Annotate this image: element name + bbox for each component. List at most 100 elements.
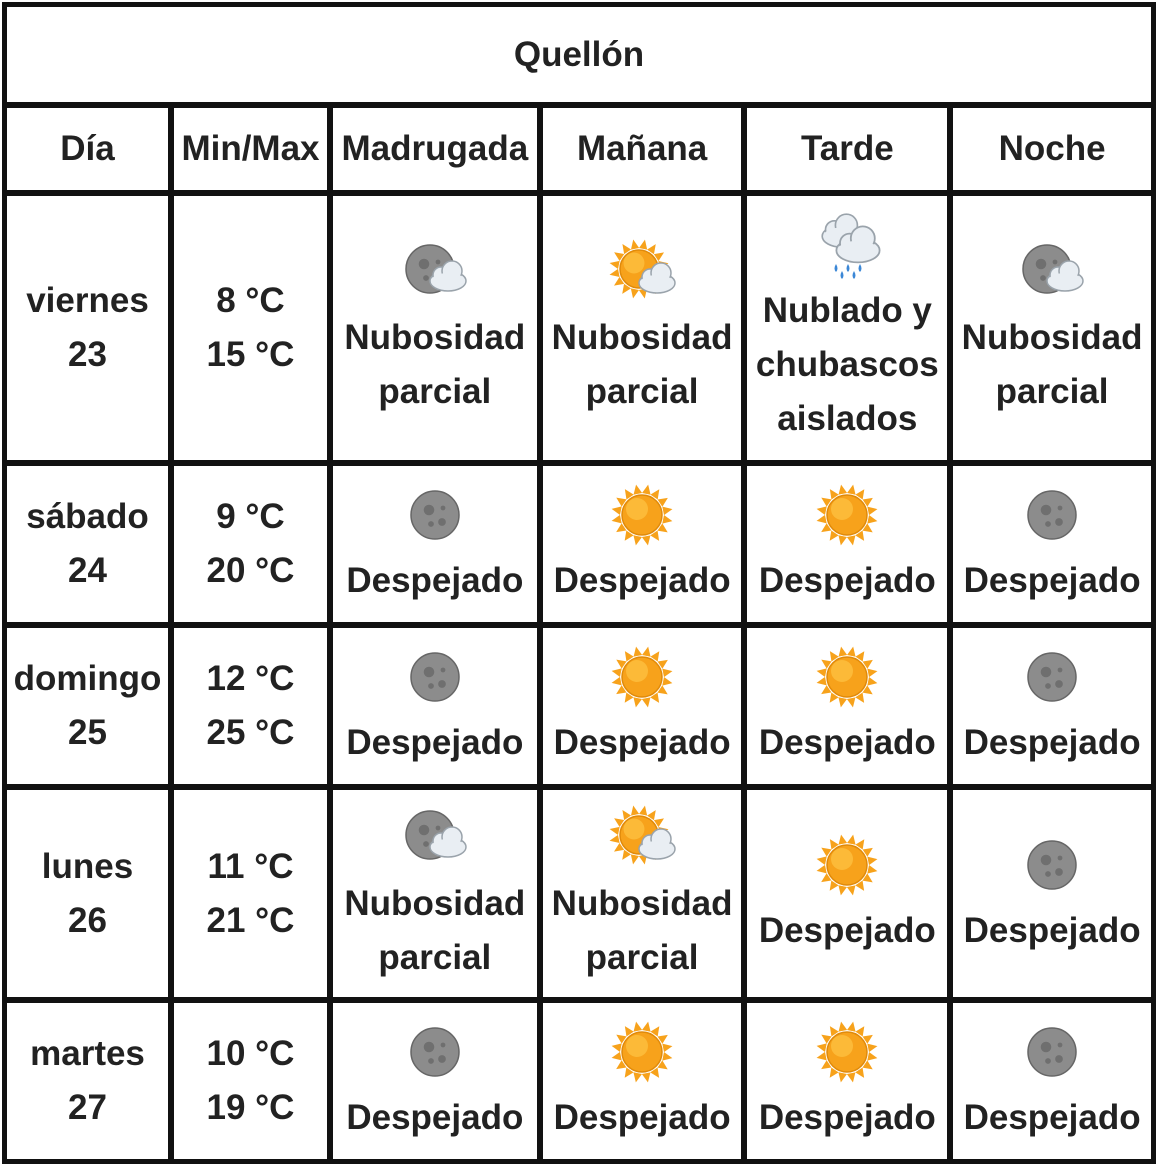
min-temp: 11 °C bbox=[207, 846, 294, 886]
period-cell-manana: Despejado bbox=[539, 463, 745, 625]
period-cell-manana: Despejado bbox=[539, 625, 745, 787]
condition-label: Despejado bbox=[554, 716, 731, 770]
condition-label: Despejado bbox=[964, 1091, 1141, 1145]
forecast-table: Quellón Día Min/Max Madrugada Mañana Tar… bbox=[2, 2, 1156, 1164]
header-min-max: Min/Max bbox=[171, 105, 330, 193]
period-cell-madrugada: Despejado bbox=[329, 463, 540, 625]
condition-text: Despejado bbox=[758, 561, 936, 600]
day-date: 25 bbox=[68, 713, 107, 752]
min-max-cell: 9 °C 20 °C bbox=[171, 463, 330, 625]
period-cell-madrugada: Despejado bbox=[329, 1000, 540, 1162]
sun-icon bbox=[812, 642, 882, 712]
condition-text: parcial bbox=[585, 937, 699, 977]
period-cell-noche: Despejado bbox=[950, 787, 1154, 1000]
condition-text: Despejado bbox=[963, 561, 1141, 600]
header-manana: Mañana bbox=[539, 105, 745, 193]
condition-text: Despejado bbox=[758, 1098, 936, 1137]
day-name: sábado bbox=[26, 497, 149, 536]
day-cell: viernes 23 bbox=[4, 193, 172, 463]
condition-text: Despejado bbox=[553, 561, 731, 600]
day-date: 27 bbox=[68, 1088, 107, 1127]
condition-text: Nubosidad bbox=[344, 318, 526, 357]
condition-label: Despejado bbox=[554, 1091, 731, 1145]
moon-icon bbox=[400, 1017, 470, 1087]
max-temp: 15 °C bbox=[206, 335, 295, 374]
table-row: domingo 25 12 °C 25 °C Despejado Despejad… bbox=[4, 625, 1154, 787]
period-cell-manana: Nubosidad parcial bbox=[539, 787, 745, 1000]
min-max-cell: 11 °C 21 °C bbox=[171, 787, 330, 1000]
max-temp: 25 °C bbox=[206, 713, 295, 752]
condition-text: parcial bbox=[378, 372, 492, 411]
period-cell-noche: Despejado bbox=[950, 1000, 1154, 1162]
sun-icon bbox=[607, 642, 677, 712]
condition-label: Despejado bbox=[759, 1091, 936, 1145]
moon-icon bbox=[1017, 830, 1087, 900]
moon-cloud-icon bbox=[400, 803, 470, 873]
sun-icon bbox=[607, 1017, 677, 1087]
moon-cloud-icon bbox=[400, 237, 470, 307]
condition-text: aislados bbox=[777, 399, 918, 438]
table-title: Quellón bbox=[4, 4, 1154, 105]
day-cell: domingo 25 bbox=[4, 625, 172, 787]
condition-label: Despejado bbox=[759, 554, 936, 608]
condition-text: Nubosidad bbox=[961, 318, 1143, 357]
condition-label: Despejado bbox=[554, 554, 731, 608]
day-name: domingo bbox=[13, 659, 162, 698]
condition-text: parcial bbox=[378, 937, 492, 977]
table-row: lunes 26 11 °C 21 °C Nubosidad parcial Nub… bbox=[4, 787, 1154, 1000]
max-temp: 20 °C bbox=[206, 551, 295, 590]
condition-label: Despejado bbox=[964, 716, 1141, 770]
condition-text: Nubosidad bbox=[344, 883, 526, 923]
condition-label: Despejado bbox=[964, 904, 1141, 958]
condition-text: Despejado bbox=[553, 1098, 731, 1137]
period-cell-manana: Despejado bbox=[539, 1000, 745, 1162]
day-cell: lunes 26 bbox=[4, 787, 172, 1000]
condition-label: Nubosidad parcial bbox=[552, 877, 733, 985]
header-row: Día Min/Max Madrugada Mañana Tarde Noche bbox=[4, 105, 1154, 193]
min-temp: 10 °C bbox=[206, 1034, 295, 1073]
condition-text: Despejado bbox=[346, 561, 524, 600]
condition-text: Despejado bbox=[963, 1098, 1141, 1137]
condition-label: Despejado bbox=[346, 1091, 523, 1145]
min-temp: 12 °C bbox=[206, 659, 295, 698]
condition-label: Despejado bbox=[964, 554, 1141, 608]
condition-text: Despejado bbox=[553, 723, 731, 762]
day-date: 24 bbox=[68, 551, 107, 590]
condition-text: Despejado bbox=[963, 723, 1141, 762]
header-noche: Noche bbox=[950, 105, 1154, 193]
rain-cloud-icon bbox=[812, 210, 882, 280]
period-cell-madrugada: Nubosidad parcial bbox=[329, 193, 540, 463]
condition-text: parcial bbox=[585, 372, 699, 411]
condition-text: Nubosidad bbox=[551, 318, 733, 357]
sun-cloud-icon bbox=[607, 237, 677, 307]
min-temp: 9 °C bbox=[216, 497, 285, 536]
min-temp: 8 °C bbox=[216, 281, 285, 320]
condition-text: Despejado bbox=[758, 910, 936, 950]
period-cell-madrugada: Despejado bbox=[329, 625, 540, 787]
moon-icon bbox=[400, 480, 470, 550]
period-cell-noche: Despejado bbox=[950, 463, 1154, 625]
sun-icon bbox=[607, 480, 677, 550]
condition-text: chubascos bbox=[755, 345, 939, 384]
period-cell-tarde: Nublado y chubascos aislados bbox=[744, 193, 951, 463]
condition-text: Despejado bbox=[963, 910, 1141, 950]
period-cell-tarde: Despejado bbox=[744, 625, 951, 787]
day-date: 23 bbox=[68, 335, 107, 374]
moon-icon bbox=[1017, 1017, 1087, 1087]
condition-label: Nubosidad parcial bbox=[552, 311, 733, 419]
condition-text: Nublado y bbox=[762, 291, 932, 330]
period-cell-noche: Despejado bbox=[950, 625, 1154, 787]
condition-text: parcial bbox=[995, 372, 1109, 411]
condition-label: Nubosidad parcial bbox=[962, 311, 1143, 419]
condition-label: Nubosidad parcial bbox=[344, 311, 525, 419]
moon-cloud-icon bbox=[1017, 237, 1087, 307]
min-max-cell: 10 °C 19 °C bbox=[171, 1000, 330, 1162]
table-row: sábado 24 9 °C 20 °C Despejado Despejado … bbox=[4, 463, 1154, 625]
period-cell-noche: Nubosidad parcial bbox=[950, 193, 1154, 463]
table-row: viernes 23 8 °C 15 °C Nubosidad parcial Nu… bbox=[4, 193, 1154, 463]
period-cell-tarde: Despejado bbox=[744, 1000, 951, 1162]
max-temp: 19 °C bbox=[206, 1088, 295, 1127]
sun-icon bbox=[812, 830, 882, 900]
condition-text: Despejado bbox=[346, 1098, 524, 1137]
condition-text: Nubosidad bbox=[551, 883, 733, 923]
